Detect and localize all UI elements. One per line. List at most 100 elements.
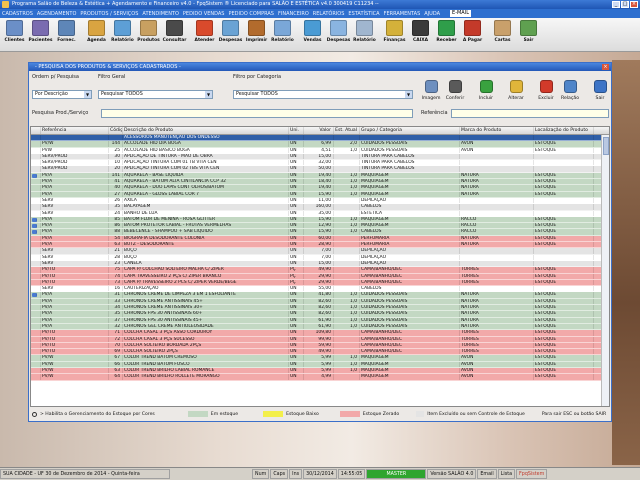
cell-val: 15,90 bbox=[304, 229, 334, 235]
action-button[interactable]: Relação bbox=[560, 80, 580, 101]
cell-grp: DEPILAÇÃO bbox=[360, 197, 460, 204]
toolbar-button[interactable]: Fornec. bbox=[54, 20, 79, 50]
menu-item[interactable]: PEDIDO VENDAS bbox=[183, 11, 225, 17]
cell-uni: UN bbox=[289, 172, 304, 179]
image-indicator-icon bbox=[32, 224, 37, 229]
cell-uni: UN bbox=[289, 254, 304, 260]
toolbar-button[interactable]: Consultar bbox=[162, 20, 187, 50]
toolbar-button[interactable]: Relatório bbox=[352, 20, 377, 50]
cell-grp: TINTURA PARA CABELOS bbox=[360, 160, 460, 166]
cell-ref: PV/A bbox=[41, 179, 109, 185]
cell-uni: UN bbox=[289, 223, 304, 229]
pesquisa-label: Pesquisa Prod./Serviço bbox=[32, 110, 89, 116]
status-lista[interactable]: Lista bbox=[497, 469, 516, 479]
cell-uni: UN bbox=[289, 166, 304, 172]
action-button[interactable]: Excluir bbox=[536, 80, 556, 101]
menu-item[interactable]: PEDIDO COMPRAS bbox=[228, 11, 274, 17]
table-row[interactable]: PV/W 64 COLOR TREND BRILHO ROLLETE MORANGO… bbox=[31, 374, 609, 381]
grid-scrollbar[interactable] bbox=[601, 135, 609, 406]
cell-desc: CAPA P/ TRAVESSEIRO 2 PCS C/ ZÍPER VERDE… bbox=[123, 279, 289, 286]
toolbar-button[interactable]: Vendas bbox=[300, 20, 325, 50]
toolbar-button[interactable]: Sair bbox=[516, 20, 541, 50]
image-indicator-icon bbox=[32, 217, 37, 222]
close-window-button[interactable]: × bbox=[630, 1, 638, 8]
column-header[interactable]: Referência bbox=[41, 127, 109, 134]
legend-toggle-icon[interactable] bbox=[32, 411, 37, 417]
dialog-close-button[interactable]: × bbox=[602, 64, 609, 70]
toolbar-button[interactable]: Relatório bbox=[110, 20, 135, 50]
menu-item[interactable]: ESTATÍSTICA bbox=[348, 11, 379, 17]
column-header[interactable]: Localização do Produto bbox=[534, 127, 594, 134]
toolbar-button[interactable]: Cartas bbox=[490, 20, 515, 50]
menu-item[interactable]: AGENDAMENTO bbox=[37, 11, 77, 17]
toolbar-button[interactable]: Relatório bbox=[270, 20, 295, 50]
products-grid[interactable]: ReferênciaCódigoDescrição do ProdutoUni.… bbox=[30, 126, 610, 407]
column-header[interactable]: Grupo / Categoria bbox=[360, 127, 460, 134]
cell-desc: BATOM PROTETOR LABIAL - FRUTAS VERMELHAS bbox=[123, 223, 289, 229]
cell-uni: UN bbox=[289, 147, 304, 153]
email-menu-button[interactable]: E-MAIL bbox=[450, 10, 471, 17]
grid-header: ReferênciaCódigoDescrição do ProdutoUni.… bbox=[31, 127, 609, 135]
toolbar-button[interactable]: CAIXA bbox=[408, 20, 433, 50]
menu-item[interactable]: CADASTROS bbox=[2, 11, 33, 17]
status-email[interactable]: Email bbox=[477, 469, 497, 479]
cell-desc: AQUARELA - BATOM ALTA CINTILÂNCIA CCP 32 bbox=[123, 179, 289, 185]
toolbar-button[interactable]: Clientes bbox=[2, 20, 27, 50]
cell-grp: DEPILAÇÃO bbox=[360, 260, 460, 267]
action-button[interactable]: Conferir bbox=[445, 80, 465, 101]
toolbar-icon bbox=[438, 20, 455, 36]
column-header[interactable]: Código bbox=[109, 127, 123, 134]
menu-item[interactable]: RELATÓRIOS bbox=[313, 11, 345, 17]
cell-grp: TINTURA PARA CABELOS bbox=[360, 166, 460, 172]
column-header[interactable]: Marca do Produto bbox=[460, 127, 534, 134]
toolbar-button[interactable]: Agenda bbox=[84, 20, 109, 50]
toolbar-button[interactable]: Produtos bbox=[136, 20, 161, 50]
action-button[interactable]: Alterar bbox=[506, 80, 526, 101]
ordem-select[interactable]: Por Descrição ▼ bbox=[32, 90, 92, 99]
cell-est: 1,0 bbox=[334, 223, 360, 229]
menu-item[interactable]: FINANCEIRO bbox=[278, 11, 309, 17]
toolbar-icon bbox=[386, 20, 403, 36]
column-header[interactable]: Descrição do Produto bbox=[123, 127, 289, 134]
toolbar-button[interactable]: A Pagar bbox=[460, 20, 485, 50]
toolbar-button[interactable]: Receber bbox=[434, 20, 459, 50]
filtro-geral-select[interactable]: Pesquisar TODOS ▼ bbox=[98, 90, 213, 99]
cell-val: 160,00 bbox=[304, 204, 334, 210]
cell-desc: AQUARELA - GLOSS LABIAL COR 7 bbox=[123, 191, 289, 197]
menu-item[interactable]: FERRAMENTAS bbox=[384, 11, 421, 17]
toolbar-button[interactable]: Despesas bbox=[326, 20, 351, 50]
pesquisa-input[interactable] bbox=[101, 109, 413, 118]
toolbar-button[interactable]: Atender bbox=[192, 20, 217, 50]
menu-item[interactable]: AJUDA bbox=[424, 11, 440, 17]
cell-ref: SERV bbox=[41, 286, 109, 292]
action-button[interactable]: Sair bbox=[590, 80, 610, 101]
cell-loc: ESTOQUE bbox=[534, 305, 594, 311]
toolbar-button[interactable]: Finanças bbox=[382, 20, 407, 50]
action-icon bbox=[593, 80, 607, 93]
menu-item[interactable]: ATENDIMENTO bbox=[142, 11, 179, 17]
minimize-button[interactable]: _ bbox=[612, 1, 620, 8]
action-button[interactable]: Incluir bbox=[476, 80, 496, 101]
maximize-button[interactable]: □ bbox=[621, 1, 629, 8]
filtro-categoria-select[interactable]: Pesquisar TODOS ▼ bbox=[233, 90, 413, 99]
column-header[interactable]: Uni. bbox=[289, 127, 304, 134]
action-button[interactable]: Imagem bbox=[421, 80, 441, 101]
action-icon bbox=[539, 80, 553, 93]
cell-desc: CHRONOS GEL CREME ANTIOLEOSIDADE bbox=[123, 323, 289, 330]
toolbar-button[interactable]: Despesas bbox=[218, 20, 243, 50]
row-indicator bbox=[31, 216, 41, 223]
status-caps: Caps bbox=[270, 469, 289, 479]
scrollbar-thumb[interactable] bbox=[603, 137, 609, 155]
column-header[interactable] bbox=[31, 127, 41, 134]
toolbar-button[interactable]: Pacientes bbox=[28, 20, 53, 50]
toolbar-button[interactable]: Imprimir bbox=[244, 20, 269, 50]
column-header[interactable]: Valor bbox=[304, 127, 334, 134]
cell-uni bbox=[289, 135, 304, 141]
column-header[interactable]: Est. Atual bbox=[334, 127, 360, 134]
menu-item[interactable]: PRODUTOS / SERVIÇOS bbox=[80, 11, 138, 17]
chevron-down-icon: ▼ bbox=[84, 91, 91, 98]
referencia-input[interactable] bbox=[451, 109, 609, 118]
cell-ref: SERV/PROD bbox=[41, 166, 109, 172]
cell-merc bbox=[460, 260, 534, 267]
cell-grp: MAQUIAGEM bbox=[360, 179, 460, 185]
